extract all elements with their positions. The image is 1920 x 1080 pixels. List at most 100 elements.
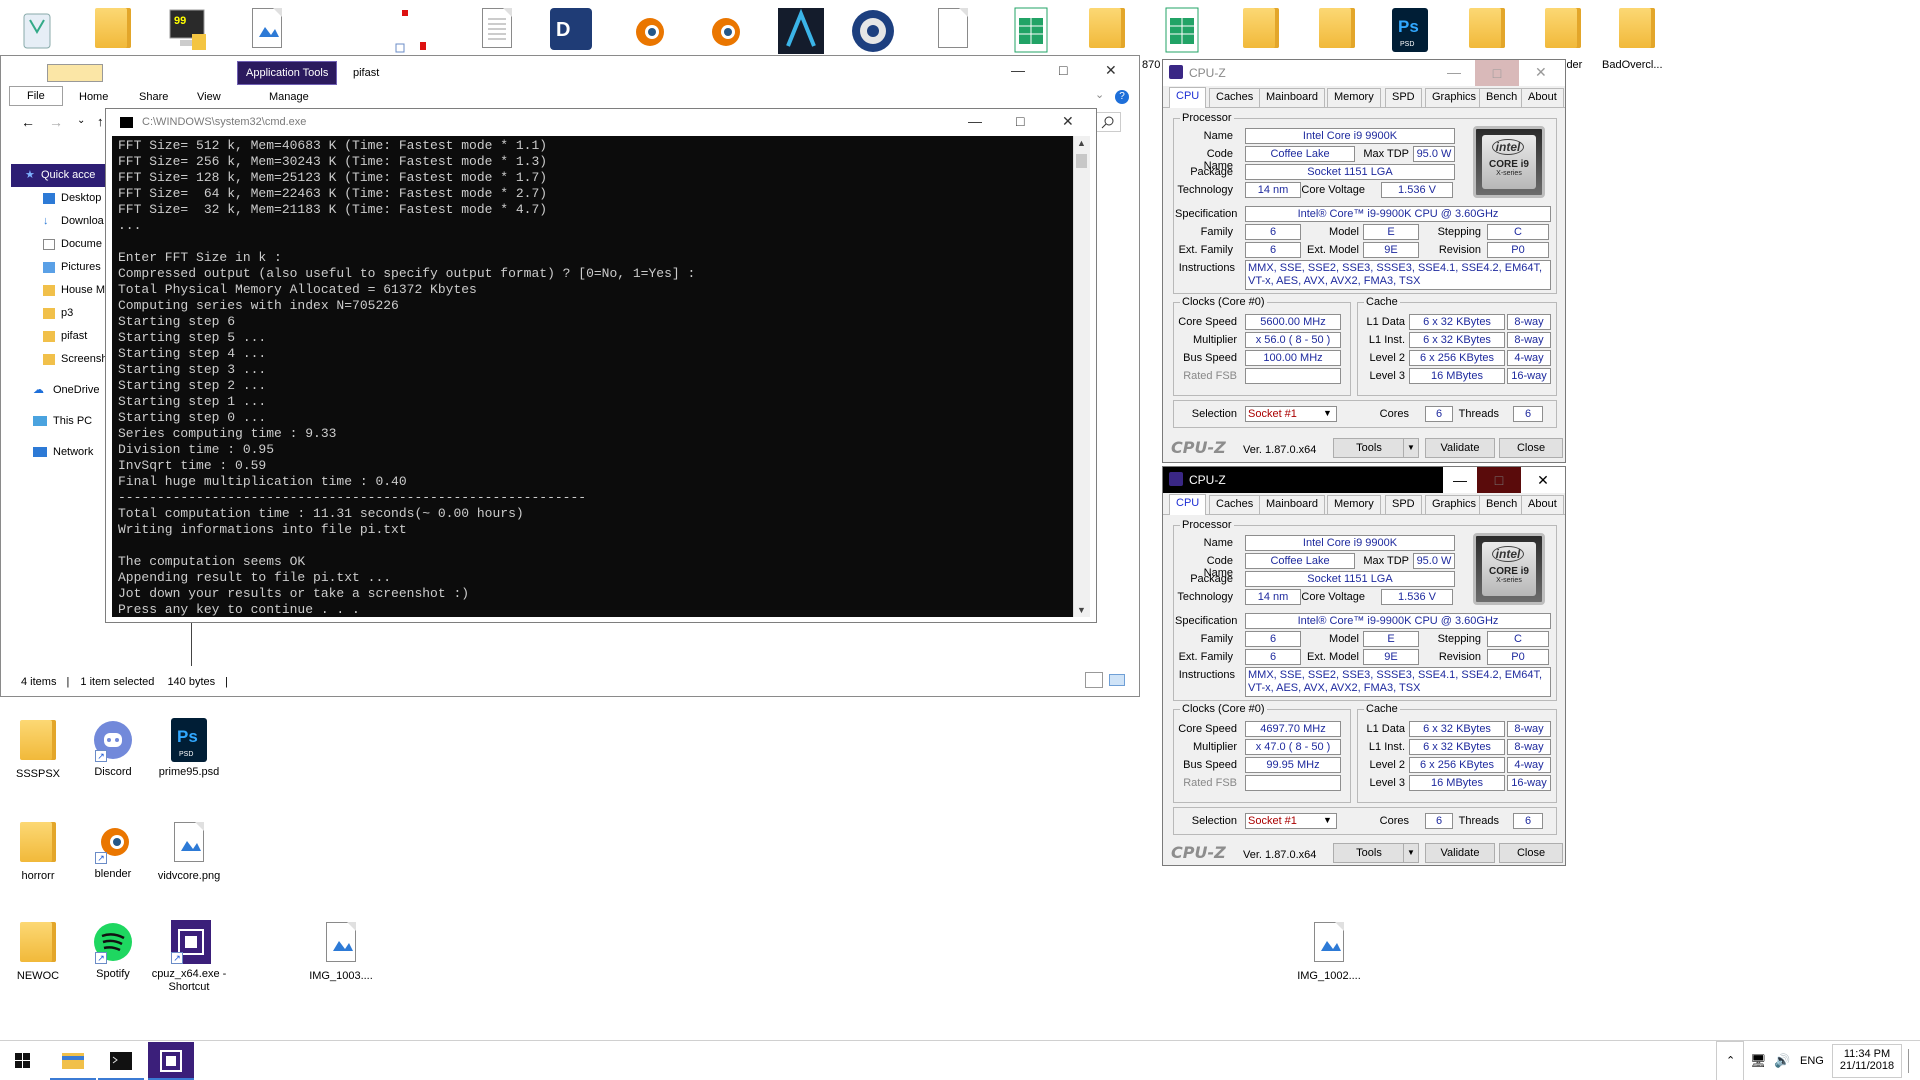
folder-icon[interactable] bbox=[1312, 6, 1362, 56]
blender-icon[interactable] bbox=[698, 6, 748, 56]
app-shortcut-icon[interactable] bbox=[776, 6, 826, 56]
nav-onedrive[interactable]: ☁ OneDrive bbox=[1, 379, 106, 402]
application-tools-tab[interactable]: Application Tools bbox=[237, 61, 338, 85]
tab-file[interactable]: File bbox=[9, 86, 63, 106]
scroll-up-icon[interactable]: ▲ bbox=[1077, 138, 1086, 148]
desktop-icon-discord[interactable]: ↗ Discord bbox=[70, 718, 156, 779]
desktop-icon-blender[interactable]: ↗ blender bbox=[70, 820, 156, 881]
folder-icon[interactable] bbox=[1538, 6, 1588, 56]
chevron-down-icon[interactable]: ⌄ bbox=[1095, 88, 1104, 101]
chevron-down-icon[interactable]: ▼ bbox=[1323, 408, 1332, 418]
tab-share[interactable]: Share bbox=[139, 91, 168, 103]
tab-graphics[interactable]: Graphics bbox=[1425, 88, 1484, 107]
close-button[interactable]: ✕ bbox=[1535, 64, 1547, 81]
details-view-icon[interactable] bbox=[1085, 672, 1103, 688]
minimize-button[interactable]: — bbox=[1443, 467, 1477, 493]
forward-arrow-icon[interactable]: → bbox=[49, 114, 63, 130]
start-button[interactable] bbox=[0, 1042, 46, 1080]
nav-pictures[interactable]: Pictures bbox=[1, 256, 106, 279]
desktop-icon-newoc[interactable]: NEWOC bbox=[0, 920, 81, 983]
close-button[interactable]: ✕ bbox=[1105, 62, 1117, 79]
tab-bench[interactable]: Bench bbox=[1479, 495, 1525, 514]
close-button[interactable]: ✕ bbox=[1062, 113, 1074, 130]
language-indicator[interactable]: ENG bbox=[1800, 1055, 1824, 1080]
tab-manage[interactable]: Manage bbox=[269, 91, 309, 103]
tools-button[interactable]: Tools bbox=[1333, 438, 1405, 458]
folder-icon[interactable] bbox=[88, 6, 138, 56]
tab-mainboard[interactable]: Mainboard bbox=[1259, 88, 1325, 107]
folder-icon[interactable] bbox=[1082, 6, 1132, 56]
close-button[interactable]: ✕ bbox=[1521, 467, 1565, 493]
small-image-icon[interactable] bbox=[392, 6, 442, 56]
network-icon[interactable]: 🖥 bbox=[1750, 1053, 1767, 1080]
desktop-icon-prime95-psd[interactable]: Ps PSD prime95.psd bbox=[146, 718, 232, 779]
desktop-icon-spotify[interactable]: ↗ Spotify bbox=[70, 920, 156, 981]
tab-caches[interactable]: Caches bbox=[1209, 495, 1261, 514]
tab-spd[interactable]: SPD bbox=[1385, 495, 1422, 514]
tab-view[interactable]: View bbox=[197, 91, 221, 103]
maximize-button[interactable]: □ bbox=[1059, 62, 1067, 78]
close-button[interactable]: Close bbox=[1499, 843, 1563, 863]
validate-button[interactable]: Validate bbox=[1425, 438, 1495, 458]
recent-locations-icon[interactable]: ⌄ bbox=[77, 115, 85, 126]
maximize-button[interactable]: □ bbox=[1016, 113, 1024, 129]
cpuz-titlebar[interactable]: CPU-Z — □ ✕ bbox=[1163, 467, 1565, 493]
console-output[interactable]: FFT Size= 512 k, Mem=40683 K (Time: Fast… bbox=[112, 136, 1078, 617]
speaker-icon[interactable]: 🔊 bbox=[1774, 1053, 1790, 1080]
tab-graphics[interactable]: Graphics bbox=[1425, 495, 1484, 514]
show-hidden-icons-chevron[interactable]: ⌃ bbox=[1716, 1041, 1744, 1080]
taskbar-cmd[interactable] bbox=[98, 1042, 144, 1080]
minimize-button[interactable]: — bbox=[1447, 64, 1461, 80]
text-file-icon[interactable] bbox=[472, 6, 522, 56]
folder-icon[interactable] bbox=[1462, 6, 1512, 56]
tab-memory[interactable]: Memory bbox=[1327, 88, 1381, 107]
tab-about[interactable]: About bbox=[1521, 495, 1564, 514]
cpuz-titlebar[interactable]: CPU-Z — □ ✕ bbox=[1163, 60, 1565, 86]
desktop-icon-horrorr[interactable]: horrorr bbox=[0, 820, 81, 883]
cinema4d-icon[interactable] bbox=[848, 6, 898, 56]
tab-home[interactable]: Home bbox=[79, 91, 108, 103]
folder-icon[interactable] bbox=[1612, 6, 1662, 56]
desktop-icon-img-1002[interactable]: IMG_1002.... bbox=[1286, 920, 1372, 983]
nav-quick-access[interactable]: ★ Quick acce bbox=[11, 164, 106, 187]
tab-cpu[interactable]: CPU bbox=[1169, 494, 1207, 515]
tab-about[interactable]: About bbox=[1521, 88, 1564, 107]
minimize-button[interactable]: — bbox=[1011, 62, 1025, 78]
nav-p3[interactable]: p3 bbox=[1, 302, 106, 325]
cmd-window[interactable]: C:\WINDOWS\system32\cmd.exe — □ ✕ FFT Si… bbox=[105, 108, 1097, 623]
minimize-button[interactable]: — bbox=[968, 113, 982, 129]
nav-documents[interactable]: Docume bbox=[1, 233, 106, 256]
large-icons-view-icon[interactable] bbox=[1109, 674, 1125, 686]
folder-icon[interactable] bbox=[1236, 6, 1286, 56]
clock[interactable]: 11:34 PM 21/11/2018 bbox=[1832, 1044, 1902, 1078]
nav-screenshots[interactable]: Screensh bbox=[1, 348, 106, 371]
taskbar-cpuz[interactable] bbox=[148, 1042, 194, 1080]
tab-cpu[interactable]: CPU bbox=[1169, 87, 1207, 108]
tools-dropdown-icon[interactable]: ▼ bbox=[1403, 843, 1419, 863]
chevron-down-icon[interactable]: ▼ bbox=[1323, 815, 1332, 825]
desktop-icon-img-1003[interactable]: IMG_1003.... bbox=[298, 920, 384, 983]
desktop-icon-cpuz-shortcut[interactable]: ↗ cpuz_x64.exe - Shortcut bbox=[146, 920, 232, 994]
quick-access-toolbar[interactable] bbox=[47, 64, 103, 82]
tab-bench[interactable]: Bench bbox=[1479, 88, 1525, 107]
nav-this-pc[interactable]: This PC bbox=[1, 410, 106, 433]
console-scrollbar[interactable]: ▲ ▼ bbox=[1073, 136, 1090, 617]
cpuz-window-2[interactable]: CPU-Z — □ ✕ CPU Caches Mainboard Memory … bbox=[1162, 466, 1566, 866]
nav-house[interactable]: House M bbox=[1, 279, 106, 302]
tools-dropdown-icon[interactable]: ▼ bbox=[1403, 438, 1419, 458]
computer-shortcut-icon[interactable]: 99 bbox=[162, 6, 212, 56]
nav-desktop[interactable]: Desktop bbox=[1, 187, 106, 210]
desktop-icon-vidvcore[interactable]: vidvcore.png bbox=[146, 820, 232, 883]
scroll-thumb[interactable] bbox=[1076, 154, 1087, 168]
blender-icon[interactable] bbox=[622, 6, 672, 56]
app-shortcut-icon[interactable]: D bbox=[546, 6, 596, 56]
close-button[interactable]: Close bbox=[1499, 438, 1563, 458]
spreadsheet-icon[interactable] bbox=[1156, 6, 1206, 56]
recycle-bin-icon[interactable] bbox=[14, 6, 64, 56]
image-file-icon[interactable] bbox=[242, 6, 292, 56]
desktop-icon-ssspsx[interactable]: SSSPSX bbox=[0, 718, 81, 781]
tab-memory[interactable]: Memory bbox=[1327, 495, 1381, 514]
validate-button[interactable]: Validate bbox=[1425, 843, 1495, 863]
text-file-icon[interactable] bbox=[928, 6, 978, 56]
back-arrow-icon[interactable]: ← bbox=[21, 114, 35, 130]
